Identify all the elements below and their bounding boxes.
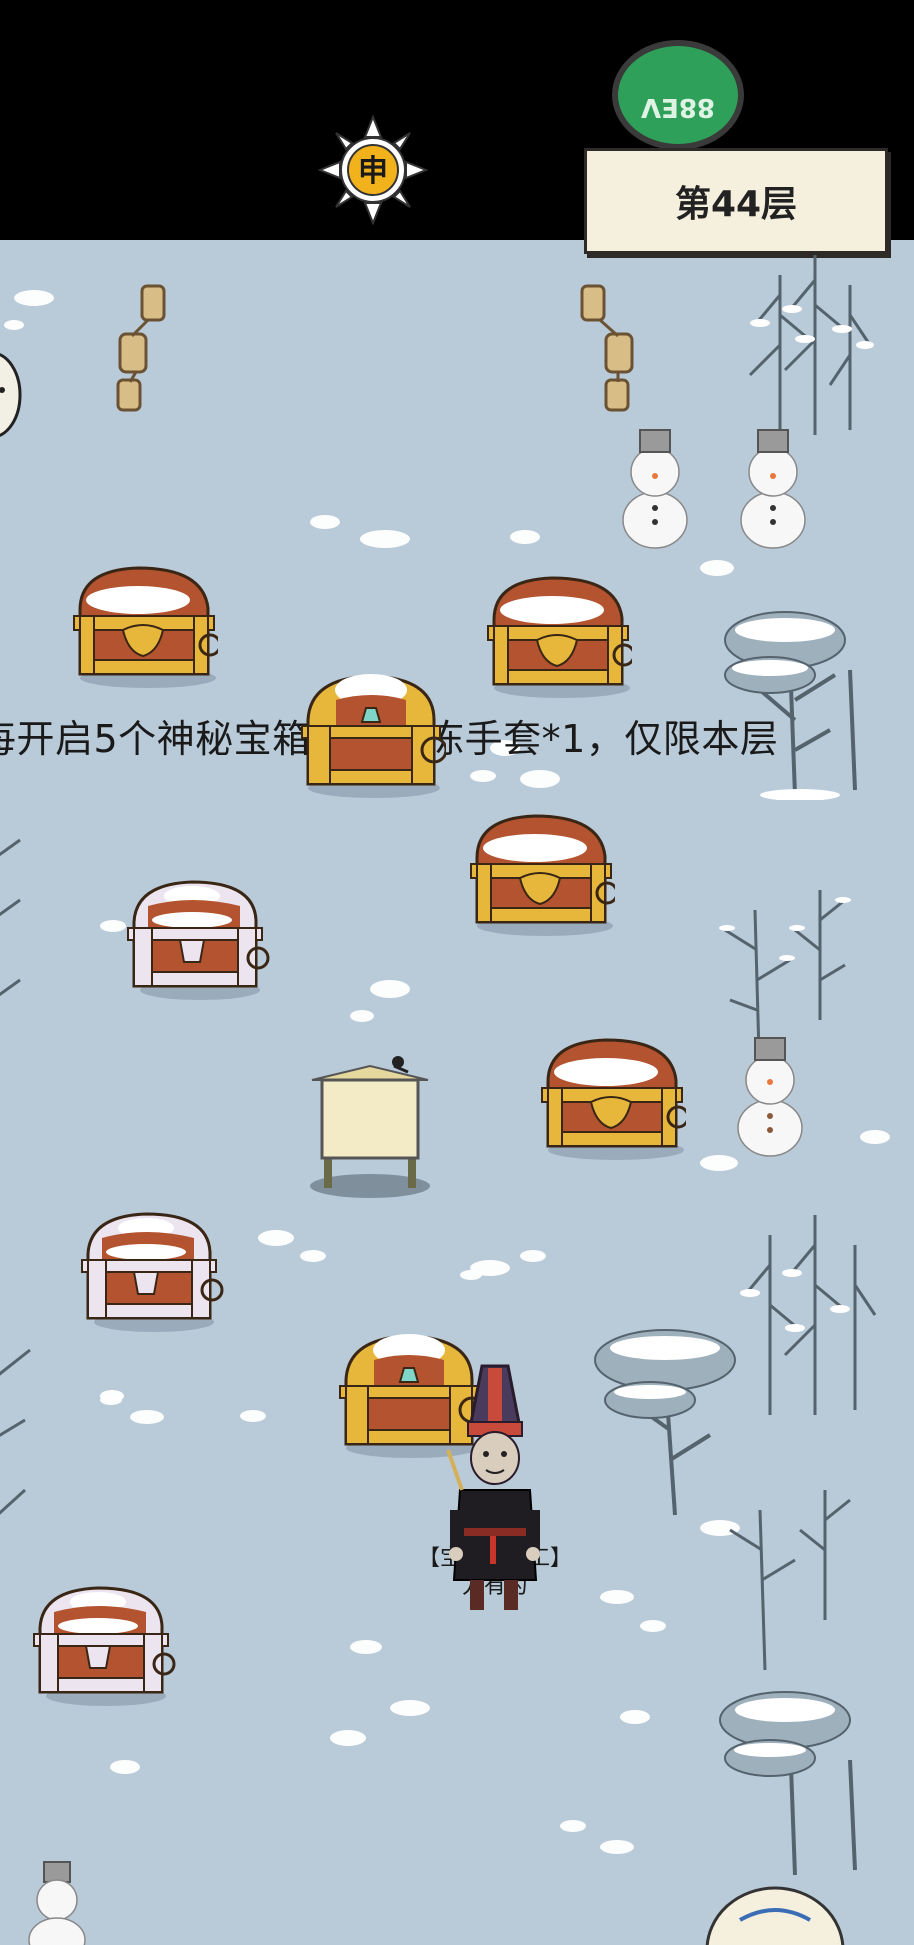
notice-board-icon[interactable] xyxy=(308,1048,432,1198)
snow-patch xyxy=(14,290,54,306)
snow-patch xyxy=(310,515,340,529)
bare-tree-icon xyxy=(0,1348,31,1515)
snow-patch xyxy=(360,530,410,548)
snow-patch xyxy=(110,1760,140,1774)
snow-patch xyxy=(620,1710,650,1724)
treasure-chest-gold[interactable] xyxy=(536,1032,686,1162)
snow-patch xyxy=(560,1820,586,1832)
snow-patch xyxy=(470,770,496,782)
badge-text: 88EV xyxy=(640,92,716,122)
snow-patch xyxy=(130,1410,164,1424)
treasure-chest-gold[interactable] xyxy=(465,808,615,938)
wooden-post-icon xyxy=(116,284,166,412)
bare-tree-icon xyxy=(729,1490,851,1670)
snowy-tree-icon xyxy=(724,611,857,800)
time-glyph: 申 xyxy=(358,154,388,189)
treasure-chest-silver[interactable] xyxy=(28,1578,178,1708)
snow-patch xyxy=(240,1410,266,1422)
snow-patch xyxy=(4,320,24,330)
sun-time-icon[interactable]: 申 xyxy=(318,115,428,225)
snow-patch xyxy=(390,1700,430,1716)
snow-patch xyxy=(520,770,560,788)
snow-patch xyxy=(350,1640,382,1654)
snowman-icon xyxy=(737,1037,803,1157)
wooden-post-icon xyxy=(580,284,634,412)
pine-tree-icon xyxy=(748,255,874,435)
snow-patch xyxy=(600,1840,634,1854)
round-frame-icon[interactable] xyxy=(700,1880,850,1945)
treasure-chest-gold[interactable] xyxy=(68,560,218,690)
treasure-chest-gold[interactable] xyxy=(482,570,632,700)
snow-patch xyxy=(510,530,540,544)
snow-patch xyxy=(860,1130,890,1144)
snow-patch xyxy=(520,1250,546,1262)
player-character[interactable] xyxy=(440,1360,550,1620)
snowman-icon xyxy=(28,1861,86,1945)
snow-patch xyxy=(258,1230,294,1246)
green-badge-button[interactable]: 88EV xyxy=(612,40,744,150)
snow-patch xyxy=(350,1010,374,1022)
treasure-chest-silver[interactable] xyxy=(122,872,272,1002)
snow-patch xyxy=(100,1395,122,1405)
snow-patch xyxy=(330,1730,366,1746)
snow-patch xyxy=(700,560,734,576)
snow-patch xyxy=(460,1270,482,1280)
snow-patch xyxy=(300,1250,326,1262)
floor-label: 第44层 xyxy=(674,184,798,225)
bare-tree-icon xyxy=(0,838,21,997)
snowman-icon xyxy=(740,429,806,549)
floor-indicator: 第44层 xyxy=(584,148,888,254)
snowy-tree-icon xyxy=(719,1691,857,1876)
snow-patch xyxy=(600,1590,634,1604)
npc-face-icon[interactable] xyxy=(0,350,22,440)
treasure-chest-gold-special[interactable] xyxy=(296,670,446,800)
snowman-icon xyxy=(622,429,688,549)
snow-patch xyxy=(640,1620,666,1632)
game-scene[interactable]: 每开启5个神秘宝箱可获防冻手套*1，仅限本层 xyxy=(0,240,914,1945)
treasure-chest-silver[interactable] xyxy=(76,1204,226,1334)
snow-patch xyxy=(370,980,410,998)
